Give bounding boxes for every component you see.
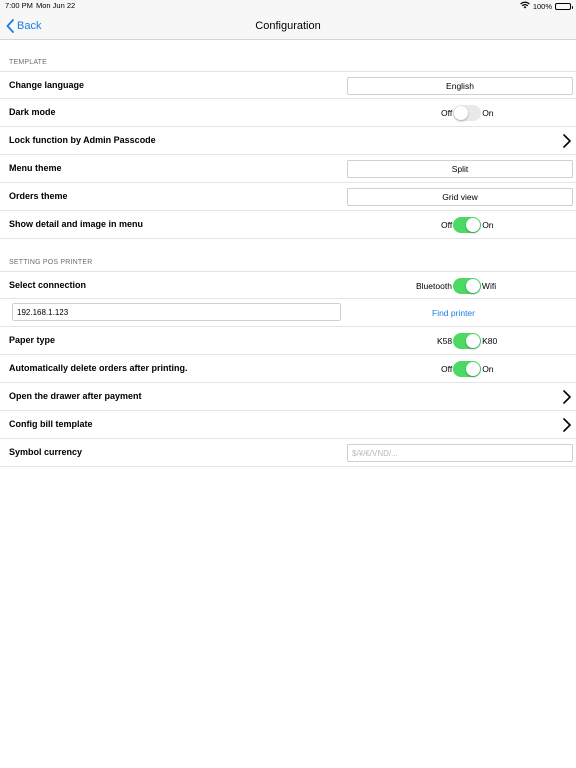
ip-address-input[interactable] xyxy=(12,303,341,321)
section-header-printer: SETTING POS PRINTER xyxy=(9,259,93,266)
orders-theme-select[interactable]: Grid view xyxy=(347,188,573,206)
row-auto-delete: Automatically delete orders after printi… xyxy=(0,355,576,383)
battery-icon xyxy=(555,2,573,10)
dark-mode-on-label: On xyxy=(482,108,494,118)
paper-type-toggle[interactable] xyxy=(453,333,482,349)
status-time: 7:00 PM xyxy=(5,1,33,10)
config-bill-label: Config bill template xyxy=(9,419,93,429)
chevron-right-icon[interactable] xyxy=(562,134,572,148)
row-orders-theme: Orders theme Grid view xyxy=(0,183,576,211)
battery-percent: 100% xyxy=(532,1,552,11)
connection-bluetooth-label: Bluetooth xyxy=(416,281,452,291)
row-select-connection: Select connection Bluetooth Wifi xyxy=(0,271,576,299)
show-detail-toggle-group: Off On xyxy=(441,217,494,233)
row-lock-function[interactable]: Lock function by Admin Passcode xyxy=(0,127,576,155)
auto-delete-off-label: Off xyxy=(441,364,453,374)
auto-delete-toggle-group: Off On xyxy=(441,361,494,377)
change-language-label: Change language xyxy=(9,80,85,90)
connection-wifi-label: Wifi xyxy=(481,281,497,291)
wifi-icon xyxy=(520,1,530,11)
status-bar: 7:00 PM Mon Jun 22 100% xyxy=(0,0,576,12)
show-detail-toggle[interactable] xyxy=(453,217,482,233)
find-printer-link[interactable]: Find printer xyxy=(432,308,475,318)
dark-mode-label: Dark mode xyxy=(9,107,56,117)
paper-k80-label: K80 xyxy=(482,336,498,346)
menu-theme-select[interactable]: Split xyxy=(347,160,573,178)
status-date: Mon Jun 22 xyxy=(36,1,76,10)
dark-mode-toggle[interactable] xyxy=(453,105,482,121)
status-right: 100% xyxy=(520,1,573,11)
lock-function-label: Lock function by Admin Passcode xyxy=(9,135,156,145)
chevron-right-icon[interactable] xyxy=(562,390,572,404)
symbol-currency-label: Symbol currency xyxy=(9,447,83,457)
row-paper-type: Paper type K58 K80 xyxy=(0,327,576,355)
show-detail-on-label: On xyxy=(482,220,494,230)
dark-mode-off-label: Off xyxy=(441,108,453,118)
paper-type-label: Paper type xyxy=(9,335,56,345)
row-show-detail: Show detail and image in menu Off On xyxy=(0,211,576,239)
dark-mode-toggle-group: Off On xyxy=(441,105,494,121)
row-open-drawer[interactable]: Open the drawer after payment xyxy=(0,383,576,411)
paper-type-toggle-group: K58 K80 xyxy=(437,333,497,349)
auto-delete-toggle[interactable] xyxy=(453,361,482,377)
open-drawer-label: Open the drawer after payment xyxy=(9,391,142,401)
auto-delete-label: Automatically delete orders after printi… xyxy=(9,363,188,373)
menu-theme-label: Menu theme xyxy=(9,163,62,173)
row-ip-address: Find printer xyxy=(0,299,576,327)
row-menu-theme: Menu theme Split xyxy=(0,155,576,183)
connection-toggle-group: Bluetooth Wifi xyxy=(416,278,496,294)
select-connection-label: Select connection xyxy=(9,280,87,290)
navigation-bar: Back Configuration xyxy=(0,12,576,40)
show-detail-off-label: Off xyxy=(441,220,453,230)
page-title: Configuration xyxy=(255,20,321,32)
connection-toggle[interactable] xyxy=(452,278,481,294)
symbol-currency-input[interactable] xyxy=(347,444,573,462)
auto-delete-on-label: On xyxy=(482,364,494,374)
row-config-bill[interactable]: Config bill template xyxy=(0,411,576,439)
language-select[interactable]: English xyxy=(347,77,573,95)
orders-theme-label: Orders theme xyxy=(9,191,68,201)
row-symbol-currency: Symbol currency xyxy=(0,439,576,467)
row-change-language: Change language English xyxy=(0,71,576,99)
chevron-right-icon[interactable] xyxy=(562,418,572,432)
show-detail-label: Show detail and image in menu xyxy=(9,219,144,229)
section-header-template: TEMPLATE xyxy=(9,59,48,66)
paper-k58-label: K58 xyxy=(437,336,453,346)
row-dark-mode: Dark mode Off On xyxy=(0,99,576,127)
